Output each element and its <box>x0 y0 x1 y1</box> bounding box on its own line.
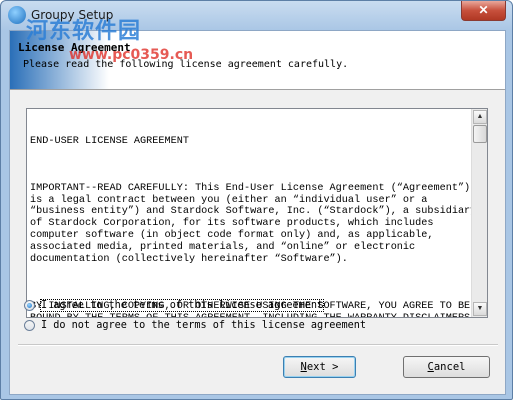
footer-divider <box>18 344 498 346</box>
disagree-option[interactable]: I do not agree to the terms of this lice… <box>24 317 366 333</box>
vertical-scrollbar[interactable]: ▲ ▼ <box>471 109 487 317</box>
next-label: ext > <box>306 361 339 373</box>
cancel-label: ancel <box>433 361 466 373</box>
setup-window: Groupy Setup ✕ License Agreement Please … <box>0 0 513 400</box>
disagree-label[interactable]: I do not agree to the terms of this lice… <box>41 320 366 331</box>
agree-label[interactable]: I agree to the terms of this license agr… <box>39 298 325 312</box>
license-text[interactable]: END-USER LICENSE AGREEMENT IMPORTANT--RE… <box>27 109 473 317</box>
scroll-thumb[interactable] <box>473 125 487 143</box>
close-button[interactable]: ✕ <box>461 1 506 21</box>
agree-radio[interactable] <box>24 299 35 311</box>
watermark-text: 河东软件园 <box>26 19 142 44</box>
disagree-radio[interactable] <box>24 319 35 331</box>
license-heading: END-USER LICENSE AGREEMENT <box>30 135 189 147</box>
agree-option[interactable]: I agree to the terms of this license agr… <box>24 297 325 313</box>
watermark-url: www.pc0359.cn <box>69 47 194 63</box>
license-paragraph: IMPORTANT--READ CAREFULLY: This End-User… <box>30 182 473 265</box>
app-icon <box>8 6 26 24</box>
scroll-down-icon[interactable]: ▼ <box>473 302 487 316</box>
wizard-content: License Agreement Please read the follow… <box>9 30 506 395</box>
cancel-button[interactable]: Cancel <box>403 356 490 378</box>
next-button[interactable]: Next > <box>283 356 356 378</box>
license-text-box[interactable]: END-USER LICENSE AGREEMENT IMPORTANT--RE… <box>26 108 488 318</box>
scroll-up-icon[interactable]: ▲ <box>473 110 487 124</box>
